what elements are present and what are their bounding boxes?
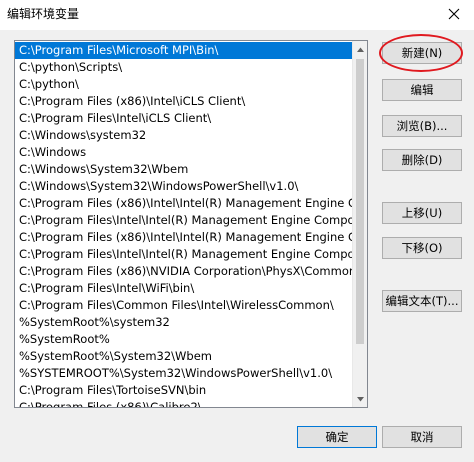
edit-button[interactable]: 编辑 <box>382 79 462 101</box>
browse-button[interactable]: 浏览(B)... <box>382 115 462 137</box>
scroll-thumb[interactable] <box>356 59 364 344</box>
ok-button[interactable]: 确定 <box>297 426 377 448</box>
path-list-item[interactable]: C:\Program Files (x86)\NVIDIA Corporatio… <box>15 263 353 280</box>
path-list-item[interactable]: C:\python\Scripts\ <box>15 59 353 76</box>
path-list-item[interactable]: C:\Program Files\TortoiseSVN\bin <box>15 382 353 399</box>
path-list-item[interactable]: C:\Program Files\Microsoft MPI\Bin\ <box>15 42 353 59</box>
path-list-item[interactable]: C:\Program Files\Intel\iCLS Client\ <box>15 110 353 127</box>
window-title: 编辑环境变量 <box>7 7 80 21</box>
path-list-item[interactable]: C:\Program Files (x86)\Intel\Intel(R) Ma… <box>15 229 353 246</box>
path-list-item[interactable]: C:\python\ <box>15 76 353 93</box>
close-button[interactable] <box>434 0 474 28</box>
chevron-down-icon <box>356 396 364 401</box>
path-list-item[interactable]: C:\Program Files\Intel\Intel(R) Manageme… <box>15 246 353 263</box>
edit-text-button[interactable]: 编辑文本(T)... <box>382 290 462 312</box>
path-list-item[interactable]: C:\Program Files\Intel\WiFi\bin\ <box>15 280 353 297</box>
scroll-down-button[interactable] <box>353 391 367 407</box>
path-list-item[interactable]: %SystemRoot%\system32 <box>15 314 353 331</box>
move-up-button[interactable]: 上移(U) <box>382 202 462 224</box>
path-list-item[interactable]: %SystemRoot%\System32\Wbem <box>15 348 353 365</box>
path-list[interactable]: C:\Program Files\Microsoft MPI\Bin\ C:\py… <box>14 40 368 408</box>
delete-button[interactable]: 删除(D) <box>382 149 462 171</box>
path-list-item[interactable]: %SYSTEMROOT%\System32\WindowsPowerShell\… <box>15 365 353 382</box>
path-list-item[interactable]: %SystemRoot% <box>15 331 353 348</box>
path-list-item[interactable]: C:\Program Files\Common Files\Intel\Wire… <box>15 297 353 314</box>
path-list-item[interactable]: C:\Program Files (x86)\Intel\Intel(R) Ma… <box>15 195 353 212</box>
path-list-item[interactable]: C:\Windows\System32\WindowsPowerShell\v1… <box>15 178 353 195</box>
new-button[interactable]: 新建(N) <box>382 42 462 64</box>
path-list-items: C:\Program Files\Microsoft MPI\Bin\ C:\py… <box>15 42 353 407</box>
scroll-up-button[interactable] <box>353 41 367 57</box>
chevron-up-icon <box>356 47 364 52</box>
cancel-button[interactable]: 取消 <box>382 426 462 448</box>
path-list-item[interactable]: C:\Windows\System32\Wbem <box>15 161 353 178</box>
move-down-button[interactable]: 下移(O) <box>382 237 462 259</box>
vertical-scrollbar[interactable] <box>352 41 367 407</box>
path-list-item[interactable]: C:\Program Files (x86)\Intel\iCLS Client… <box>15 93 353 110</box>
path-list-item[interactable]: C:\Program Files\Intel\Intel(R) Manageme… <box>15 212 353 229</box>
title-bar: 编辑环境变量 <box>0 0 474 30</box>
path-list-item[interactable]: C:\Program Files (x86)\Calibre2\ <box>15 399 353 407</box>
path-list-item[interactable]: C:\Windows\system32 <box>15 127 353 144</box>
path-list-item[interactable]: C:\Windows <box>15 144 353 161</box>
close-icon <box>448 8 460 20</box>
